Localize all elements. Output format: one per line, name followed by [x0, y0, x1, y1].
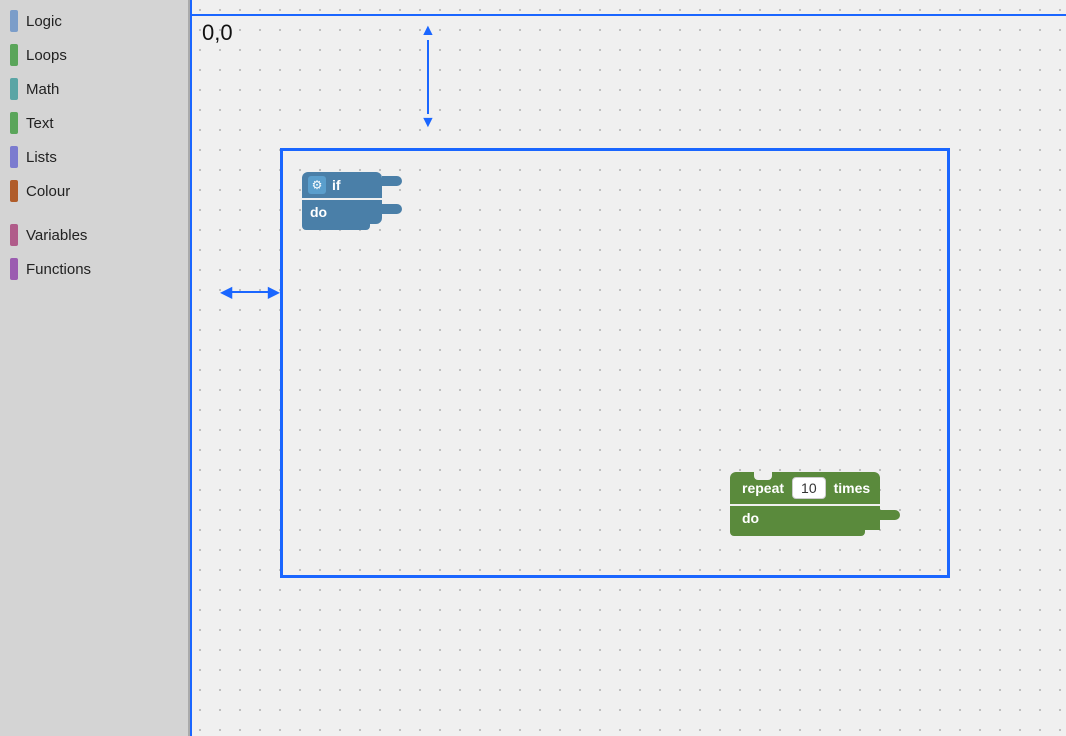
- sidebar-item-variables[interactable]: Variables: [0, 218, 188, 252]
- sidebar-item-lists[interactable]: Lists: [0, 140, 188, 174]
- logic-color-bar: [10, 10, 18, 32]
- if-block-bottom: [302, 224, 370, 230]
- sidebar-label-text: Text: [26, 115, 54, 132]
- repeat-label: repeat: [742, 480, 784, 496]
- do-label: do: [310, 204, 327, 220]
- repeat-value[interactable]: 10: [792, 477, 826, 499]
- sidebar-label-logic: Logic: [26, 13, 62, 30]
- sidebar-label-loops: Loops: [26, 47, 67, 64]
- sidebar-item-functions[interactable]: Functions: [0, 252, 188, 286]
- variables-color-bar: [10, 224, 18, 246]
- if-notch: [382, 176, 402, 186]
- sidebar-label-math: Math: [26, 81, 59, 98]
- repeat-block-header: repeat 10 times: [730, 472, 880, 504]
- sidebar-item-loops[interactable]: Loops: [0, 38, 188, 72]
- sidebar: Logic Loops Math Text Lists Colour Varia…: [0, 0, 190, 736]
- if-block[interactable]: ⚙ if do: [302, 172, 382, 230]
- lists-color-bar: [10, 146, 18, 168]
- horizontal-arrow: [220, 282, 280, 302]
- repeat-do-notch: [880, 510, 900, 520]
- canvas-area[interactable]: 0,0 ⚙ if do repeat 10 times do: [190, 0, 1066, 736]
- if-label: if: [332, 177, 341, 193]
- coord-label: 0,0: [202, 20, 233, 46]
- repeat-do-row: do: [730, 506, 880, 530]
- vertical-arrow: [420, 22, 436, 132]
- repeat-block-bottom: [730, 530, 865, 536]
- sidebar-item-colour[interactable]: Colour: [0, 174, 188, 208]
- gear-icon[interactable]: ⚙: [308, 176, 326, 194]
- repeat-do-label: do: [742, 510, 759, 526]
- text-color-bar: [10, 112, 18, 134]
- times-label: times: [834, 480, 871, 496]
- sidebar-separator: [0, 208, 188, 218]
- math-color-bar: [10, 78, 18, 100]
- functions-color-bar: [10, 258, 18, 280]
- sidebar-label-lists: Lists: [26, 149, 57, 166]
- sidebar-item-text[interactable]: Text: [0, 106, 188, 140]
- arrow-v-line: [427, 40, 429, 114]
- sidebar-label-variables: Variables: [26, 227, 87, 244]
- sidebar-item-logic[interactable]: Logic: [0, 4, 188, 38]
- colour-color-bar: [10, 180, 18, 202]
- vertical-line: [190, 0, 192, 736]
- arrow-h-line: [232, 291, 267, 293]
- repeat-top-notch: [754, 472, 772, 480]
- sidebar-label-functions: Functions: [26, 261, 91, 278]
- do-notch: [382, 204, 402, 214]
- if-block-header: ⚙ if: [302, 172, 382, 198]
- sidebar-item-math[interactable]: Math: [0, 72, 188, 106]
- if-do-row: do: [302, 200, 382, 224]
- sidebar-label-colour: Colour: [26, 183, 70, 200]
- repeat-block[interactable]: repeat 10 times do: [730, 472, 880, 536]
- horizontal-line: [190, 14, 1066, 16]
- loops-color-bar: [10, 44, 18, 66]
